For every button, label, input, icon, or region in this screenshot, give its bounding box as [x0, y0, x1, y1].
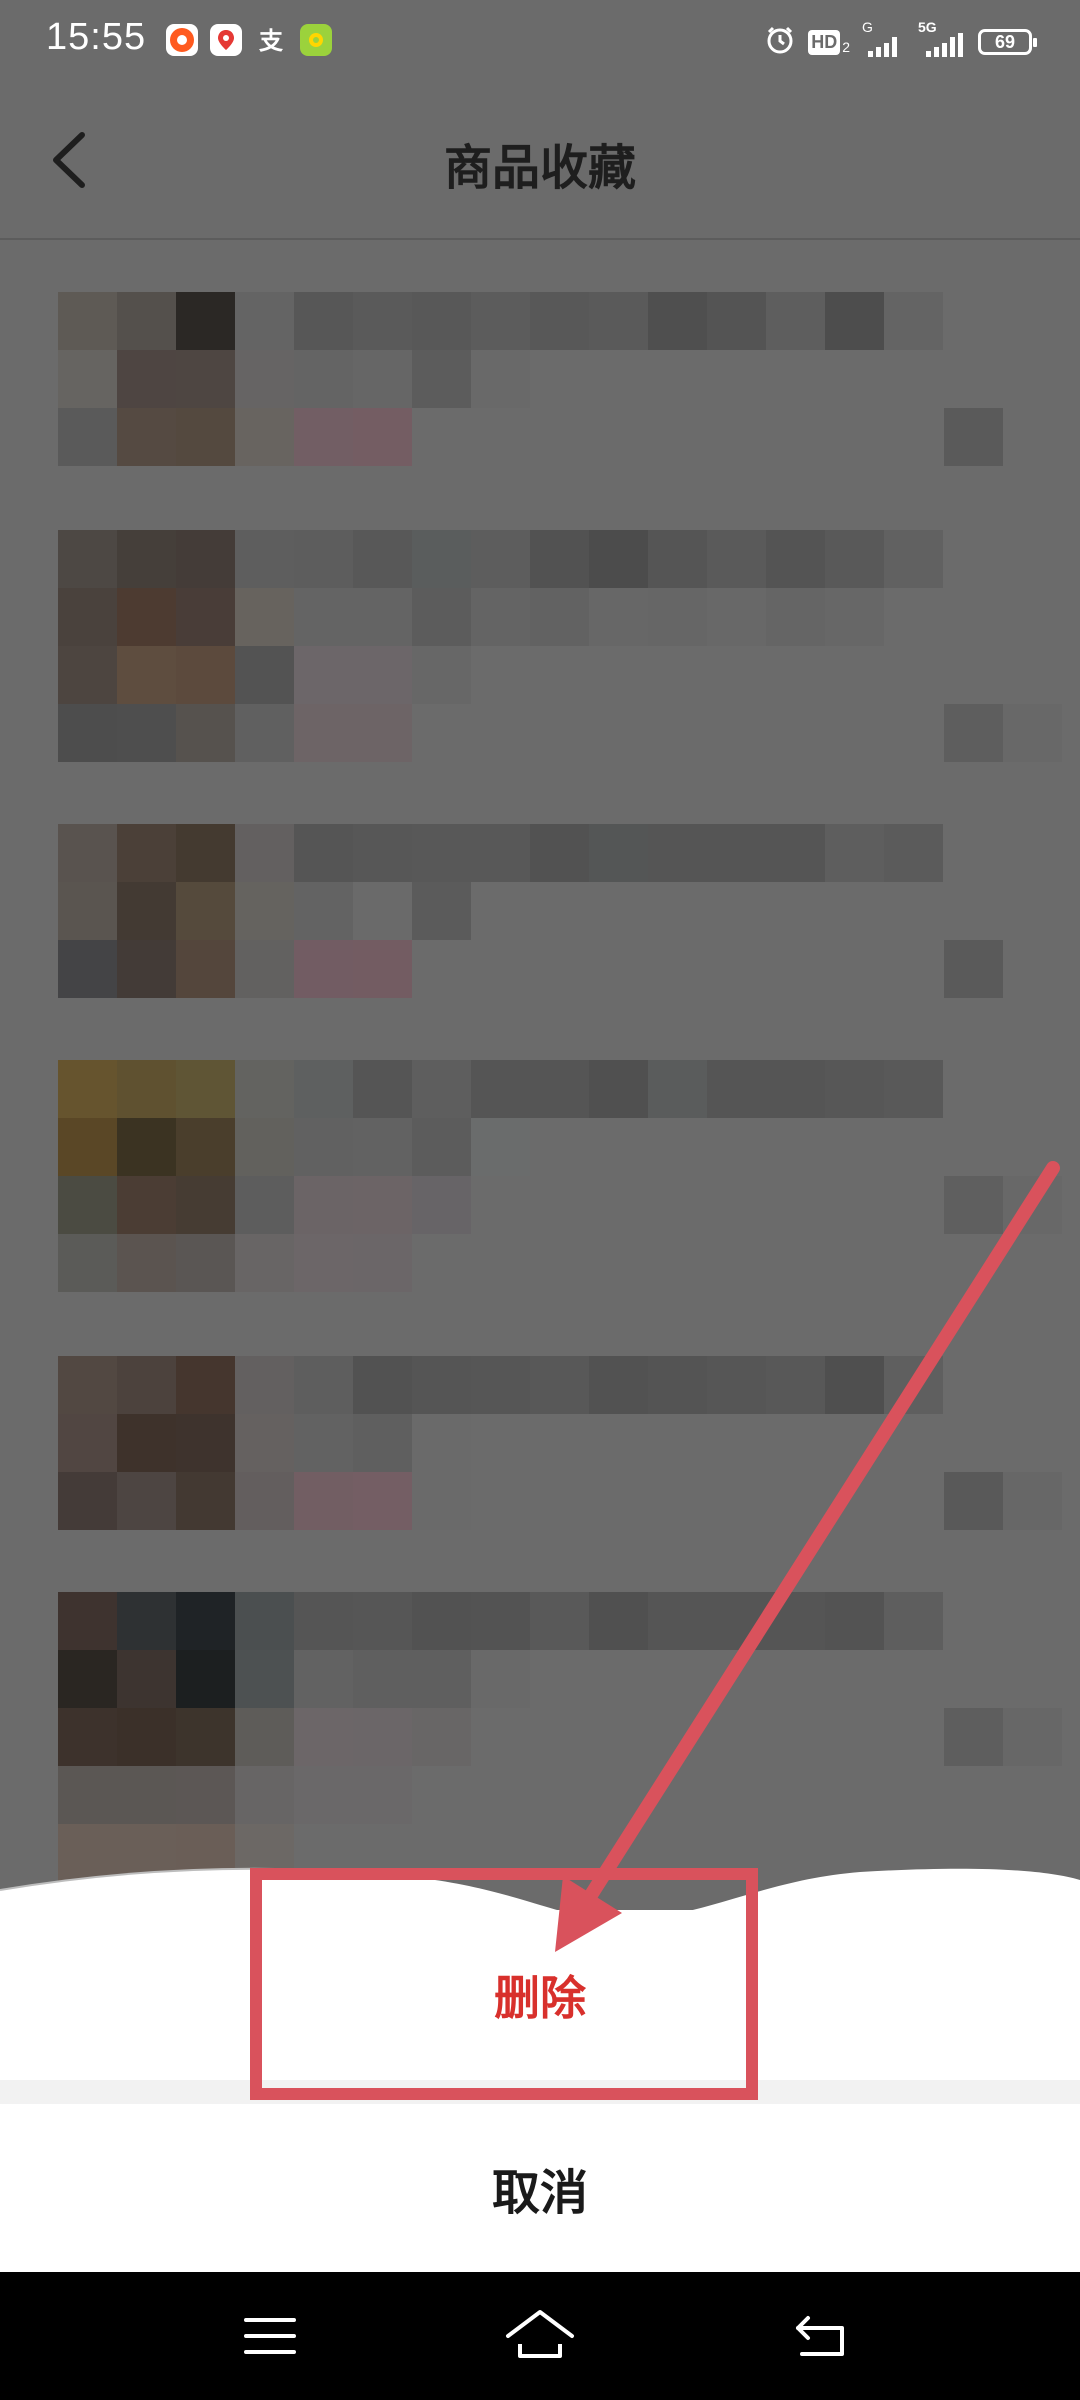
hd-icon: HD 2 — [808, 29, 850, 55]
battery-icon: 69 — [978, 29, 1037, 55]
menu-button[interactable] — [230, 2296, 310, 2376]
battery-level: 69 — [994, 31, 1016, 52]
signal-2-label: 5G — [918, 19, 937, 35]
signal-1-label: G — [862, 19, 873, 35]
hd-label: HD — [808, 29, 841, 55]
list-item[interactable] — [0, 530, 1080, 770]
list-item[interactable] — [0, 1356, 1080, 1536]
title-divider — [0, 238, 1080, 240]
system-icons: HD 2 G 5G 69 — [764, 19, 1037, 62]
alipay-icon: 支 — [256, 24, 288, 56]
hd-sub-label: 2 — [842, 38, 850, 55]
list-item[interactable] — [0, 250, 1080, 470]
wallet-icon — [300, 24, 332, 56]
favorites-list — [0, 250, 1080, 1910]
annotation-highlight-box — [250, 1868, 758, 2100]
cancel-button[interactable]: 取消 — [0, 2104, 1080, 2272]
maps-icon — [210, 24, 242, 56]
page-title: 商品收藏 — [443, 140, 636, 196]
signal-icon-2: 5G — [918, 19, 966, 59]
back-icon — [780, 2316, 860, 2380]
home-button[interactable] — [500, 2296, 580, 2376]
list-item[interactable] — [0, 1060, 1080, 1300]
signal-icon-1: G — [862, 19, 906, 59]
nav-back-button[interactable] — [780, 2296, 860, 2376]
cancel-label: 取消 — [491, 2165, 588, 2221]
status-bar: 15:55 支 HD 2 G 5G 69 — [0, 0, 1080, 80]
list-item[interactable] — [0, 824, 1080, 1004]
navigation-bar — [0, 2272, 1080, 2400]
svg-text:支: 支 — [259, 27, 284, 55]
home-icon — [500, 2310, 580, 2380]
menu-icon — [230, 2318, 310, 2380]
taobao-icon — [166, 24, 198, 56]
alarm-icon — [764, 24, 796, 60]
title-bar: 商品收藏 — [0, 80, 1080, 240]
status-time: 15:55 — [46, 16, 147, 58]
